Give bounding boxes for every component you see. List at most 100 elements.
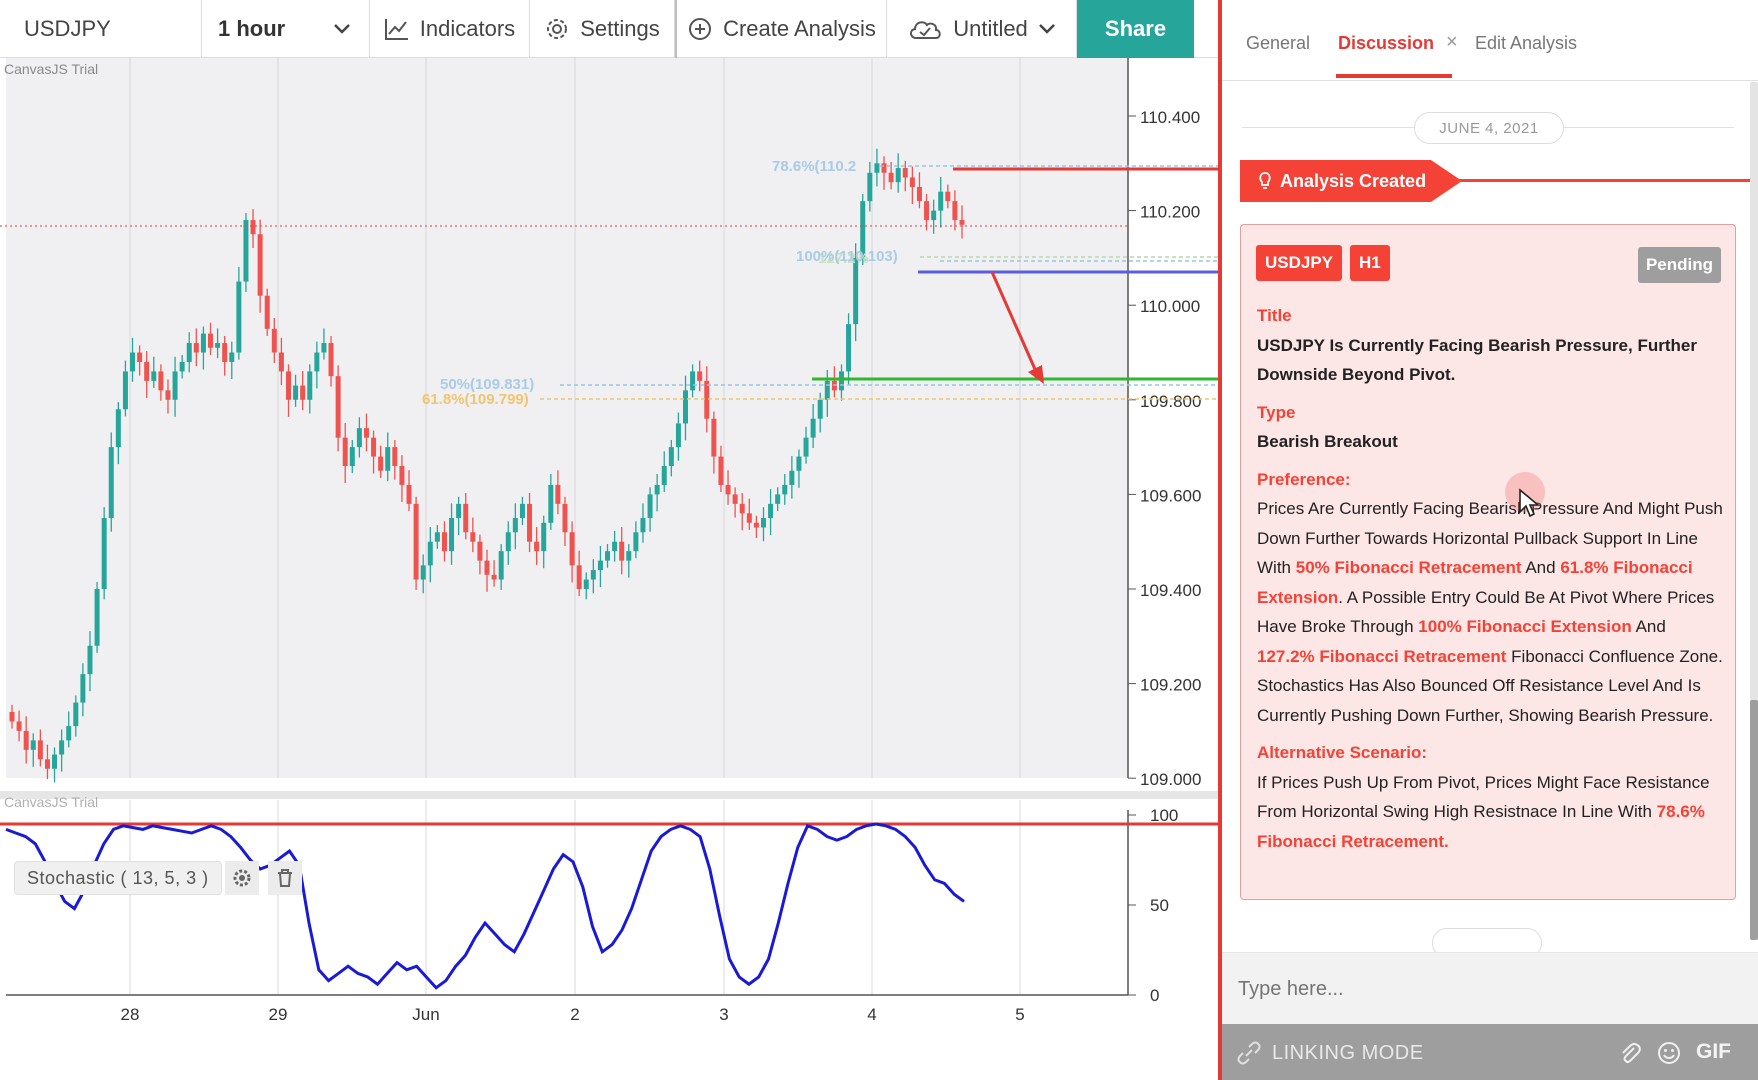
tab-discussion[interactable]: Discussion [1338,33,1434,54]
analysis-type: Bearish Breakout [1257,432,1398,451]
candle-body [548,484,554,523]
candle-body [874,163,880,173]
candle-body [463,503,469,533]
price-chart[interactable]: 110.400 110.200 110.000 109.800 109.600 109.4… [0,58,1218,1050]
candle-body [697,371,703,381]
price-tick-label: 109.800 [1140,392,1201,411]
candle-body [789,470,795,485]
candle-body [768,503,774,519]
gear-icon [233,869,251,887]
candle-body [193,343,199,353]
interval-label: 1 hour [218,16,286,41]
type-label: Type [1257,402,1296,422]
candle-body [541,522,547,552]
candle-body [470,532,476,542]
candle-body [130,352,136,372]
candle-body [278,352,284,372]
candle-body [647,494,653,519]
candle-body [952,201,958,221]
candle-body [307,371,313,400]
candle-body [753,522,759,528]
candle-body [73,702,79,727]
candle-body [562,503,568,533]
preference-label: Preference: [1257,469,1351,489]
layout-dropdown[interactable]: Untitled [887,0,1077,58]
candle-body [527,503,533,542]
link-icon[interactable] [1236,1040,1262,1066]
candle-body [619,541,625,561]
candle-body [477,541,483,561]
candle-body [222,343,228,362]
candle-body [519,503,525,519]
candle-body [342,437,348,467]
tab-edit-analysis[interactable]: Edit Analysis [1475,33,1577,54]
message-input[interactable] [1238,967,1738,1011]
chart-area[interactable]: 110.400 110.200 110.000 109.800 109.600 109.4… [0,58,1218,1050]
candle-body [888,172,894,183]
candle-body [52,754,58,769]
scrollbar-thumb[interactable] [1750,700,1758,940]
symbol-badge: USDJPY [1256,245,1343,281]
candle-body [80,674,86,703]
candle-body [271,328,277,353]
watermark-label: CanvasJS Trial [4,794,99,810]
candle-body [229,352,235,362]
candle-body [151,371,157,381]
candle-body [895,168,901,183]
indicators-button[interactable]: Indicators [370,0,530,58]
candle-body [186,343,192,362]
candle-body [711,418,717,457]
trash-icon [278,869,292,887]
attachment-icon[interactable] [1618,1040,1642,1066]
indicators-label: Indicators [419,16,516,41]
emoji-icon[interactable] [1656,1040,1682,1066]
candle-body [101,518,107,589]
time-tick-label: Jun [412,1005,439,1024]
analysis-content: Title USDJPY Is Currently Facing Bearish… [1257,301,1727,856]
candle-body [505,532,511,552]
candle-body [137,352,143,362]
settings-label: Settings [580,16,660,41]
candle-body [916,186,922,202]
candle-body [293,385,299,400]
indicator-settings-button[interactable] [225,861,259,895]
candle-body [250,220,256,235]
close-tab-icon[interactable]: × [1446,31,1458,54]
cloud-icon [910,21,941,39]
analysis-created-label: Analysis Created [1280,170,1427,191]
time-tick-label: 28 [121,1005,140,1024]
candle-body [746,513,752,523]
tab-general[interactable]: General [1246,33,1310,54]
candle-body [654,484,660,495]
symbol-selector[interactable]: USDJPY [0,0,202,58]
candle-body [853,257,859,325]
discussion-feed[interactable]: JUNE 4, 2021 Analysis Created USDJPY H1 … [1222,82,1758,952]
candle-body [349,447,355,467]
candle-body [208,333,214,348]
candle-body [108,447,114,519]
candle-body [427,541,433,566]
chart-toolbar: USDJPY 1 hour Indicators Settings Create… [0,0,1218,58]
line-chart-icon [384,19,408,40]
interval-dropdown[interactable]: 1 hour [202,0,370,58]
timeframe-badge: H1 [1350,245,1390,281]
create-analysis-button[interactable]: Create Analysis [675,0,887,58]
symbol-label: USDJPY [24,16,111,41]
status-badge: Pending [1637,247,1721,283]
settings-button[interactable]: Settings [530,0,675,58]
candle-body [243,220,249,282]
candle-body [66,726,72,741]
candle-body [363,428,369,438]
gif-button[interactable]: GIF [1696,1040,1731,1064]
candle-body [257,234,263,296]
candle-body [775,494,781,504]
candle-body [94,589,100,646]
stoch-tick-label: 50 [1150,896,1169,915]
message-composer [1222,952,1758,1024]
plus-circle-icon [689,18,712,40]
candle-body [441,532,447,552]
share-button[interactable]: Share [1077,0,1194,58]
candle-body [683,390,689,424]
remove-indicator-button[interactable] [268,861,302,895]
candle-body [200,333,206,353]
